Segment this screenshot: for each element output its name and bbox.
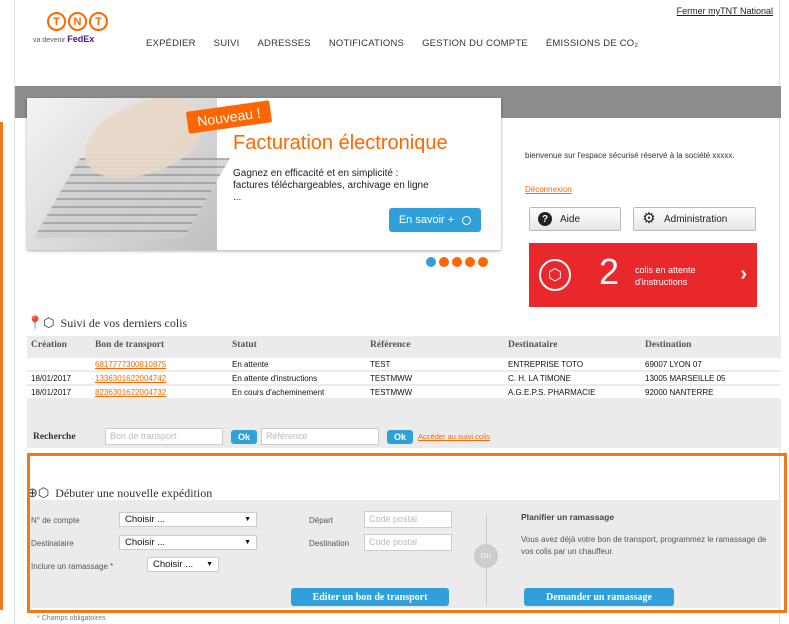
location-parcel-icon: 📍⬡ — [27, 315, 55, 330]
highlight-frame — [27, 453, 787, 613]
tracking-number-link[interactable]: 6817777300810875 — [93, 360, 230, 369]
reference-input[interactable]: Référence — [261, 428, 380, 445]
carousel-dot[interactable] — [426, 257, 436, 267]
table-row: 18/01/2017 8236301622004732 En cours d'a… — [27, 386, 781, 398]
page: Fermer myTNT National T N T va devenir F… — [14, 0, 787, 624]
ok-button[interactable]: Ok — [387, 429, 414, 444]
table-row: 6817777300810875 En attente TEST ENTREPR… — [27, 358, 781, 370]
table-row: 18/01/2017 1336301622004742 En attente d… — [27, 372, 781, 384]
carousel-dot[interactable] — [465, 257, 475, 267]
tnt-logo[interactable]: T N T va devenir FedEx — [33, 12, 123, 62]
tracking-number-link[interactable]: 8236301622004732 — [93, 388, 230, 397]
col-creation: Création — [31, 340, 67, 350]
transport-number-input[interactable]: Bon de transport — [105, 428, 223, 445]
logout-link[interactable]: Déconnexion — [525, 185, 572, 194]
nav-adresses[interactable]: ADRESSES — [257, 38, 310, 49]
close-mytnt-link[interactable]: Fermer myTNT National — [677, 6, 773, 16]
gear-icon: ⚙ — [642, 210, 656, 227]
carousel-dot[interactable] — [478, 257, 488, 267]
learn-more-button[interactable]: En savoir + — [389, 208, 481, 232]
left-edge-accent — [0, 122, 3, 610]
search-label: Recherche — [33, 431, 76, 442]
nav-notifications[interactable]: NOTIFICATIONS — [329, 38, 404, 49]
banner-title: Facturation électronique — [233, 132, 448, 154]
help-icon: ? — [538, 212, 552, 226]
help-button[interactable]: ? Aide — [529, 207, 621, 231]
tracking-number-link[interactable]: 1336301622004742 — [93, 374, 230, 383]
col-statut: Statut — [232, 340, 257, 350]
tracking-search: Recherche Bon de transport Ok Référence … — [27, 428, 490, 445]
logo-subtitle: va devenir FedEx — [33, 34, 95, 44]
logo-letter: T — [47, 12, 66, 31]
pending-parcels-box[interactable]: ⬡ 2 colis en attente d'instructions › — [529, 243, 757, 307]
required-fields-note: * Champs obligatoires — [37, 615, 106, 622]
arrow-circle-icon — [462, 215, 472, 225]
promo-banner: Nouveau ! Facturation électronique Gagne… — [27, 98, 501, 250]
nav-gestion-compte[interactable]: GESTION DU COMPTE — [422, 38, 528, 49]
logo-letter: T — [89, 12, 108, 31]
logo-letter: N — [68, 12, 87, 31]
tracking-title: 📍⬡ Suivi de vos derniers colis — [27, 315, 188, 330]
carousel-dot[interactable] — [439, 257, 449, 267]
col-reference: Référence — [370, 340, 411, 350]
nav-emissions-co2[interactable]: ÉMISSIONS DE CO₂ — [546, 38, 638, 49]
fedex-brand: FedEx — [67, 34, 95, 44]
carousel-dots — [426, 257, 488, 267]
col-destinataire: Destinataire — [508, 340, 558, 350]
nav-expedier[interactable]: EXPÉDIER — [146, 38, 196, 49]
ok-button[interactable]: Ok — [231, 429, 258, 444]
col-destination: Destination — [645, 340, 692, 350]
banner-text: Gagnez en efficacité et en simplicité : … — [233, 168, 429, 203]
carousel-dot[interactable] — [452, 257, 462, 267]
administration-button[interactable]: ⚙ Administration — [633, 207, 756, 231]
parcel-icon: ⬡ — [539, 259, 571, 291]
tracking-access-link[interactable]: Accéder au suivi colis — [418, 432, 490, 441]
col-bon-transport: Bon de transport — [95, 340, 165, 350]
tracking-table-header: Création Bon de transport Statut Référen… — [27, 340, 781, 350]
pending-label: colis en attente d'instructions — [635, 265, 696, 287]
welcome-text: bienvenue sur l'espace sécurisé réservé … — [525, 151, 735, 160]
chevron-right-icon: › — [740, 263, 747, 285]
nav-suivi[interactable]: SUIVI — [214, 38, 240, 49]
tracking-panel: Création Bon de transport Statut Référen… — [27, 336, 781, 448]
main-nav: EXPÉDIER SUIVI ADRESSES NOTIFICATIONS GE… — [146, 38, 638, 49]
pending-count: 2 — [599, 251, 620, 292]
